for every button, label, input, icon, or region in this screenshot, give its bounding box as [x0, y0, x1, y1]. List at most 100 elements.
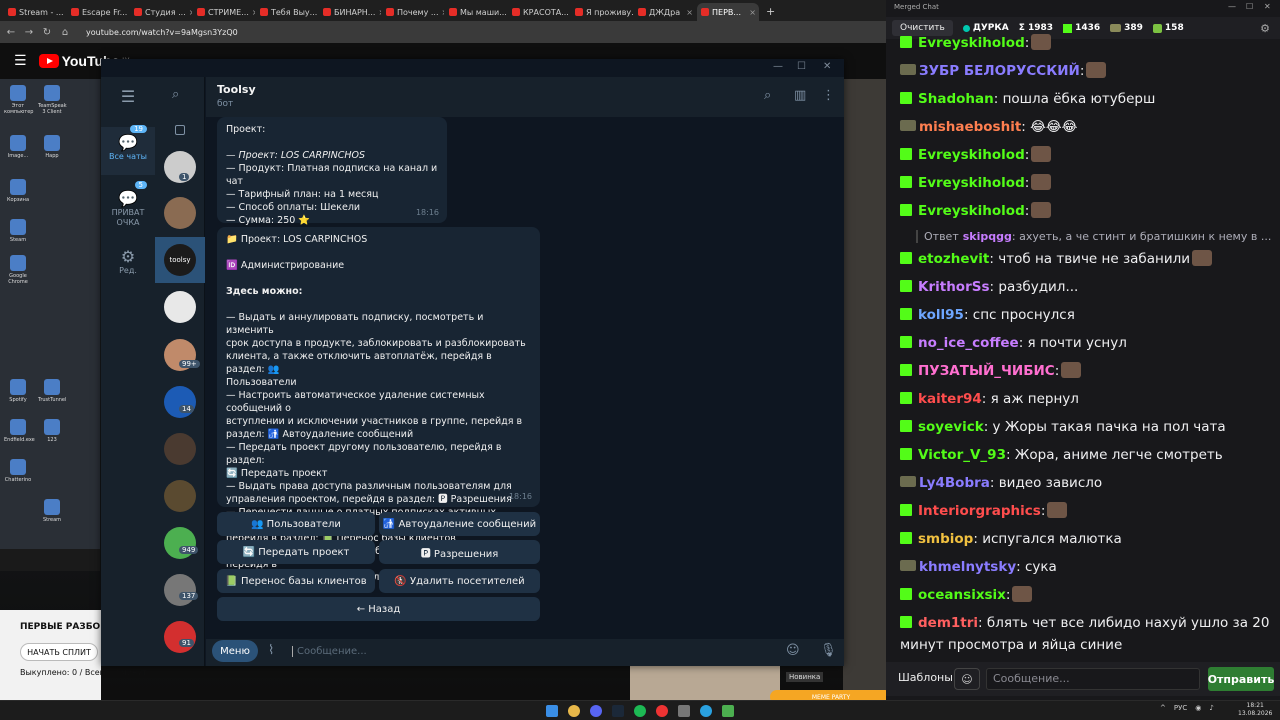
chat-nick[interactable]: Evreyskiholod	[918, 147, 1025, 163]
chat-nick[interactable]: Ly4Bobra	[919, 475, 990, 491]
app-icon[interactable]	[678, 705, 690, 717]
chat-message[interactable]: минут просмотра и яйца синие	[900, 634, 1272, 656]
templates-button[interactable]: Шаблоны	[892, 668, 959, 687]
browser-tab[interactable]: КРАСОТА...×	[508, 3, 570, 21]
chat-message[interactable]: Interiorgraphics:	[900, 500, 1272, 522]
browser-tab[interactable]: СТРИМЕ...×	[193, 3, 255, 21]
chat-nick[interactable]: etozhevit	[918, 251, 989, 267]
chat-input[interactable]: Сообщение...	[986, 668, 1200, 690]
chat-nick[interactable]: ПУЗАТЫЙ_ЧИБИС	[918, 363, 1055, 379]
browser-tab[interactable]: БИНАРН...×	[319, 3, 381, 21]
chat-nick[interactable]: kaiter94	[918, 391, 982, 407]
chat-message[interactable]: ЗУБР БЕЛОРУССКИЙ:	[900, 60, 1272, 82]
chat-message[interactable]: kaiter94: я аж пернул	[900, 388, 1272, 410]
chat-avatar[interactable]	[164, 197, 196, 229]
chat-message[interactable]: KrithorSs: разбудил...	[900, 276, 1272, 298]
chat-message[interactable]: Evreyskiholod:	[900, 172, 1272, 194]
sidebar-icon[interactable]: ▥	[794, 88, 806, 103]
chat-message[interactable]: khmelnytsky: сука	[900, 556, 1272, 578]
chat-nick[interactable]: oceansixsix	[918, 587, 1006, 603]
tab-close-icon[interactable]: ×	[189, 8, 192, 17]
chat-avatar[interactable]	[164, 480, 196, 512]
folder-private[interactable]: 💬 ПРИВАТ ОЧКА 5	[101, 181, 155, 233]
chat-nick[interactable]: Victor_V_93	[918, 447, 1006, 463]
minimize-icon[interactable]: —	[773, 61, 783, 72]
chat-message[interactable]: soyevick: у Жоры такая пачка на пол чата	[900, 416, 1272, 438]
browser-tab[interactable]: ДЖДра ×	[634, 3, 696, 21]
app-icon[interactable]	[722, 705, 734, 717]
bot-menu-button[interactable]: Меню	[212, 640, 258, 662]
permissions-button[interactable]: 🅿 Разрешения	[379, 540, 540, 564]
chat-message[interactable]: smbiop: испугался малютка	[900, 528, 1272, 550]
folder-all-chats[interactable]: 💬 Все чаты 19	[101, 125, 155, 175]
autodelete-button[interactable]: 🚮 Автоудаление сообщений	[379, 512, 540, 536]
transfer-project-button[interactable]: 🔄 Передать проект	[217, 540, 375, 564]
message-bubble[interactable]: 📁 Проект: LOS CARPINCHOS 🆔 Администриров…	[217, 227, 540, 583]
chat-message[interactable]: Evreyskiholod:	[900, 144, 1272, 166]
folder-edit[interactable]: ⚙ Ред.	[101, 247, 155, 275]
chat-nick[interactable]: ЗУБР БЕЛОРУССКИЙ	[919, 63, 1080, 79]
chat-avatar[interactable]	[164, 386, 196, 418]
archive-icon[interactable]	[175, 125, 185, 135]
tab-close-icon[interactable]: ×	[378, 8, 381, 17]
chat-message[interactable]: Shadohan: пошла ёбка ютуберш	[900, 88, 1272, 110]
url-field[interactable]: youtube.com/watch?v=9aMgsn3YzQ0	[86, 28, 238, 37]
close-icon[interactable]: ✕	[1264, 2, 1271, 11]
search-icon[interactable]: ⌕	[172, 87, 179, 102]
browser-tab[interactable]: Студия ...×	[130, 3, 192, 21]
chat-nick[interactable]: khmelnytsky	[919, 559, 1016, 575]
chat-nick[interactable]: mishaeboshit	[919, 119, 1021, 135]
chat-message[interactable]: mishaeboshit: 😂😂😂	[900, 116, 1272, 138]
volume-icon[interactable]: ♪	[1209, 704, 1213, 712]
send-button[interactable]: Отправить	[1208, 667, 1274, 691]
browser-tab[interactable]: Тебя Выу...×	[256, 3, 318, 21]
menu-icon[interactable]: ☰	[14, 53, 27, 69]
new-tab-icon[interactable]: +	[766, 5, 775, 18]
taskbar-clock[interactable]: 18:21 13.08.2026	[1238, 702, 1272, 718]
chat-nick[interactable]: Evreyskiholod	[918, 35, 1025, 51]
chat-nick[interactable]: soyevick	[918, 419, 984, 435]
more-icon[interactable]: ⋮	[822, 88, 835, 103]
users-button[interactable]: 👥 Пользователи	[217, 512, 375, 536]
remove-visitors-button[interactable]: 🚷 Удалить посетителей	[379, 569, 540, 593]
reload-icon[interactable]: ↻	[42, 27, 52, 38]
chat-avatar[interactable]	[164, 433, 196, 465]
chat-nick[interactable]: Evreyskiholod	[918, 203, 1025, 219]
chat-nick[interactable]: koll95	[918, 307, 964, 323]
tab-close-icon[interactable]: ×	[749, 8, 756, 17]
chat-message[interactable]: Ly4Bobra: видео зависло	[900, 472, 1272, 494]
spotify-icon[interactable]	[634, 705, 646, 717]
chat-nick[interactable]: no_ice_coffee	[918, 335, 1019, 351]
chat-avatar[interactable]	[164, 291, 196, 323]
chat-message[interactable]: Evreyskiholod:	[900, 200, 1272, 222]
emoji-icon[interactable]: ☺	[786, 643, 800, 658]
close-icon[interactable]: ✕	[823, 61, 831, 72]
chat-header[interactable]: Toolsy бот ⌕ ▥ ⋮	[206, 77, 844, 117]
chrome-icon[interactable]	[568, 705, 580, 717]
back-button[interactable]: ← Назад	[217, 597, 540, 621]
tab-close-icon[interactable]: ×	[252, 8, 255, 17]
video-thumbnail[interactable]	[630, 665, 780, 700]
maximize-icon[interactable]: ☐	[1246, 2, 1253, 11]
search-icon[interactable]: ⌕	[764, 88, 771, 103]
attach-icon[interactable]: ⌇	[268, 643, 274, 658]
back-icon[interactable]: ←	[6, 27, 16, 38]
chat-nick[interactable]: Shadohan	[918, 91, 994, 107]
microphone-icon[interactable]: 🎙	[820, 643, 837, 658]
browser-tab[interactable]: Stream - ...×	[4, 3, 66, 21]
steam-icon[interactable]	[612, 705, 624, 717]
message-input[interactable]: Сообщение...	[292, 646, 367, 657]
chat-message[interactable]: ПУЗАТЫЙ_ЧИБИС:	[900, 360, 1272, 382]
chat-nick[interactable]: smbiop	[918, 531, 973, 547]
tab-close-icon[interactable]: ×	[686, 8, 693, 17]
start-icon[interactable]	[546, 705, 558, 717]
reply-preview[interactable]: Ответ skipqgg: ахуеть, а че стинт и брати…	[916, 230, 1271, 243]
chat-avatar[interactable]	[164, 621, 196, 653]
chat-message[interactable]: no_ice_coffee: я почти уснул	[900, 332, 1272, 354]
browser-tab[interactable]: Почему ...×	[382, 3, 444, 21]
forward-icon[interactable]: →	[24, 27, 34, 38]
chat-avatar[interactable]	[164, 527, 196, 559]
chat-message[interactable]: oceansixsix:	[900, 584, 1272, 606]
chevron-up-icon[interactable]: ^	[1160, 704, 1166, 712]
chat-nick[interactable]: Evreyskiholod	[918, 175, 1025, 191]
